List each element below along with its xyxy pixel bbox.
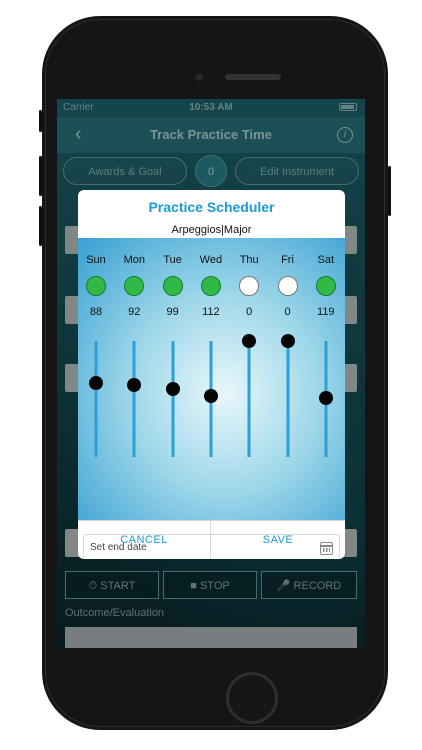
slider-track-sun[interactable]: [94, 341, 98, 457]
slider-track-tue[interactable]: [171, 341, 175, 457]
practice-scheduler-dialog: Practice Scheduler Arpeggios|Major Sun 88…: [78, 190, 345, 559]
day-toggle-wed[interactable]: [200, 276, 221, 296]
slider-thumb-sat[interactable]: [318, 390, 333, 405]
home-button[interactable]: [226, 672, 278, 724]
day-toggle-tue[interactable]: [162, 276, 183, 296]
slider-track-thu[interactable]: [247, 341, 251, 457]
save-button[interactable]: SAVE: [211, 521, 345, 559]
slider-thumb-tue[interactable]: [165, 381, 180, 396]
slider-thumb-wed[interactable]: [203, 388, 218, 403]
scheduler-panel: Sun 88 Mon 92 Tue 99 Wed 112 Thu 0 Fri 0 Sat 119: [78, 238, 345, 559]
day-minutes-fri: 0: [284, 306, 291, 318]
day-minutes-tue: 99: [166, 306, 179, 318]
dialog-actions: CANCEL SAVE: [78, 520, 345, 559]
dialog-title: Practice Scheduler: [148, 199, 275, 215]
day-toggle-sun[interactable]: [86, 276, 106, 296]
slider-thumb-thu[interactable]: [242, 334, 257, 348]
day-label-tue: Tue: [163, 254, 182, 266]
day-label-mon: Mon: [123, 254, 145, 266]
day-label-sun: Sun: [86, 254, 106, 266]
day-toggle-fri[interactable]: [277, 276, 298, 296]
day-minutes-sun: 88: [89, 306, 103, 318]
power-button: [388, 166, 391, 216]
day-label-thu: Thu: [239, 254, 259, 266]
day-toggle-sat[interactable]: [315, 276, 336, 296]
dialog-subtitle: Arpeggios|Major: [171, 224, 252, 236]
cancel-button[interactable]: CANCEL: [78, 521, 211, 559]
slider-thumb-sun[interactable]: [89, 375, 103, 390]
day-toggle-mon[interactable]: [124, 276, 145, 296]
earpiece-speaker: [225, 74, 281, 80]
volume-down-button: [39, 206, 42, 246]
day-label-fri: Fri: [281, 254, 294, 266]
day-toggle-thu[interactable]: [239, 276, 260, 296]
day-minutes-wed: 112: [202, 306, 220, 318]
mute-switch: [39, 110, 42, 132]
front-camera: [194, 72, 204, 82]
day-minutes-mon: 92: [128, 306, 141, 318]
day-label-sat: Sat: [317, 254, 335, 266]
slider-thumb-mon[interactable]: [127, 378, 142, 393]
slider-thumb-fri[interactable]: [280, 334, 295, 348]
day-minutes-sat: 119: [317, 306, 335, 318]
slider-track-fri[interactable]: [286, 341, 289, 457]
slider-track-mon[interactable]: [132, 341, 136, 457]
day-minutes-thu: 0: [246, 306, 253, 318]
day-label-wed: Wed: [199, 254, 223, 266]
volume-up-button: [39, 156, 42, 196]
